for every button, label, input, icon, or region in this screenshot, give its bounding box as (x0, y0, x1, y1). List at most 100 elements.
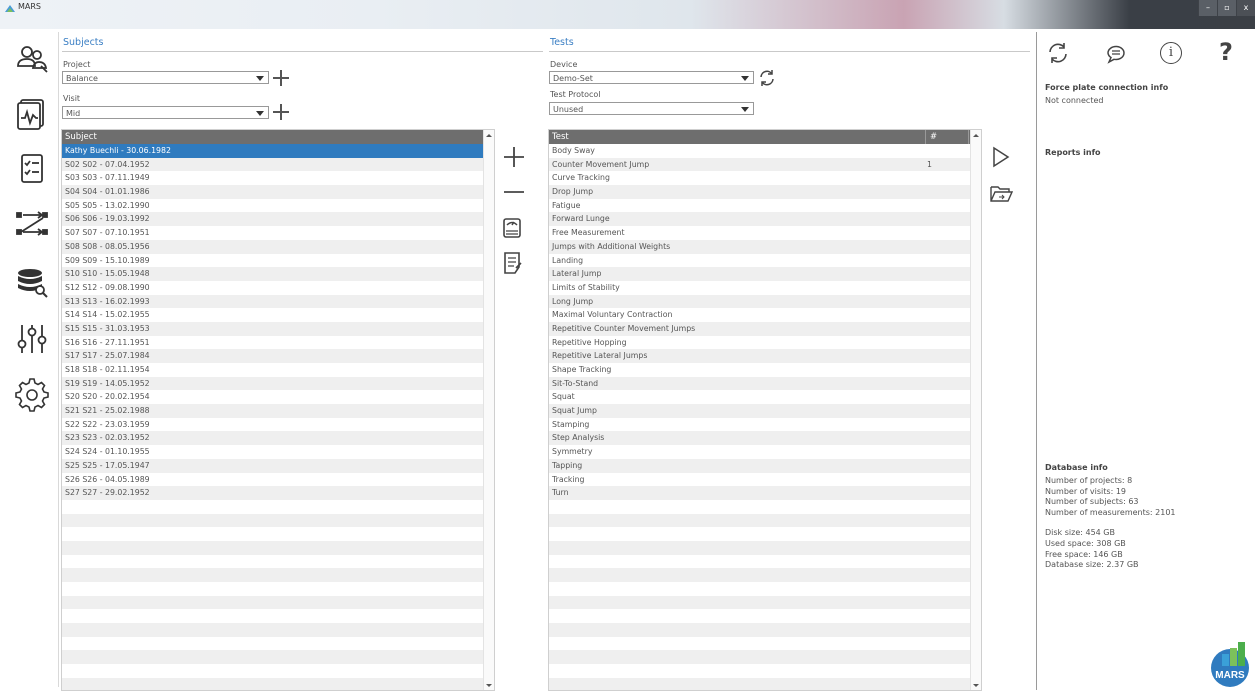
subject-row[interactable]: S12 S12 - 09.08.1990 (62, 281, 483, 295)
test-row[interactable]: Maximal Voluntary Contraction (549, 308, 970, 322)
test-list[interactable]: Test # Body Sway Counter Movement Jump 1 Cu… (548, 129, 982, 691)
subject-row[interactable]: S08 S08 - 08.05.1956 (62, 239, 483, 254)
subject-row[interactable]: S10 S10 - 15.05.1948 (62, 267, 483, 281)
close-button[interactable]: x (1236, 0, 1255, 16)
protocol-select[interactable]: Unused (549, 102, 754, 115)
subject-row[interactable]: S07 S07 - 07.10.1951 (62, 226, 483, 240)
test-row[interactable]: Jumps with Additional Weights (549, 239, 970, 254)
subject-row[interactable]: S20 S20 - 20.02.1954 (62, 390, 483, 404)
subject-row[interactable]: S17 S17 - 25.07.1984 (62, 349, 483, 363)
subject-row[interactable]: S15 S15 - 31.03.1953 (62, 321, 483, 336)
scroll-down-icon[interactable] (973, 684, 979, 687)
refresh-device-icon[interactable] (758, 69, 776, 87)
measurements-icon[interactable] (15, 96, 49, 130)
info-icon[interactable]: i (1160, 42, 1182, 64)
subject-row[interactable]: S24 S24 - 01.10.1955 (62, 445, 483, 459)
empty-row (62, 664, 483, 678)
add-project-button[interactable] (273, 70, 289, 86)
subject-row[interactable]: S09 S09 - 15.10.1989 (62, 254, 483, 268)
subject-row[interactable]: S22 S22 - 23.03.1959 (62, 418, 483, 432)
test-row[interactable]: Sit-To-Stand (549, 376, 970, 391)
subject-row[interactable]: S14 S14 - 15.02.1955 (62, 308, 483, 322)
empty-row (549, 609, 970, 623)
test-row[interactable]: Squat Jump (549, 404, 970, 418)
refresh-icon[interactable] (1047, 42, 1069, 64)
subject-row[interactable]: S05 S05 - 13.02.1990 (62, 199, 483, 213)
project-select[interactable]: Balance (62, 71, 269, 84)
test-row[interactable]: Counter Movement Jump 1 (549, 157, 970, 172)
test-row[interactable]: Shape Tracking (549, 363, 970, 377)
test-row[interactable]: Symmetry (549, 445, 970, 459)
visit-select[interactable]: Mid (62, 106, 269, 119)
gear-icon[interactable] (15, 378, 49, 412)
remove-subject-button[interactable] (503, 181, 525, 203)
subject-row[interactable]: Kathy Buechli - 30.06.1982 (62, 144, 483, 158)
subject-row[interactable]: S06 S06 - 19.03.1992 (62, 212, 483, 227)
test-row[interactable]: Forward Lunge (549, 212, 970, 227)
subject-row[interactable]: S03 S03 - 07.11.1949 (62, 171, 483, 185)
empty-row (549, 500, 970, 514)
subject-row[interactable]: S02 S02 - 07.04.1952 (62, 157, 483, 172)
test-row[interactable]: Lateral Jump (549, 267, 970, 281)
scroll-down-icon[interactable] (486, 684, 492, 687)
subject-row[interactable]: S27 S27 - 29.02.1952 (62, 486, 483, 500)
open-folder-icon[interactable] (989, 184, 1013, 204)
report-icon[interactable] (502, 251, 524, 275)
test-row[interactable]: Repetitive Counter Movement Jumps (549, 321, 970, 336)
subject-column-header[interactable]: Subject (62, 130, 483, 144)
test-row[interactable]: Tapping (549, 458, 970, 473)
test-row[interactable]: Repetitive Lateral Jumps (549, 349, 970, 363)
subjects-icon[interactable] (15, 42, 49, 76)
help-icon[interactable]: ? (1219, 38, 1233, 66)
test-name: Squat Jump (552, 406, 597, 416)
test-row[interactable]: Landing (549, 254, 970, 268)
workflow-icon[interactable] (15, 206, 49, 240)
test-row[interactable]: Long Jump (549, 294, 970, 309)
subject-row[interactable]: S18 S18 - 02.11.1954 (62, 363, 483, 377)
database-search-icon[interactable] (15, 265, 49, 299)
add-subject-button[interactable] (503, 146, 525, 168)
test-column-header[interactable]: Test # (549, 130, 970, 144)
test-row[interactable]: Stamping (549, 418, 970, 432)
test-row[interactable]: Fatigue (549, 199, 970, 213)
subject-row[interactable]: S04 S04 - 01.01.1986 (62, 185, 483, 199)
scale-icon[interactable] (501, 216, 523, 240)
subject-row[interactable]: S25 S25 - 17.05.1947 (62, 458, 483, 473)
subject-row[interactable]: S26 S26 - 04.05.1989 (62, 473, 483, 487)
test-row[interactable]: Tracking (549, 473, 970, 487)
project-label: Project (63, 60, 91, 69)
test-row[interactable]: Body Sway (549, 144, 970, 158)
subject-row[interactable]: S19 S19 - 14.05.1952 (62, 376, 483, 391)
sliders-icon[interactable] (15, 322, 49, 356)
test-row[interactable]: Turn (549, 486, 970, 500)
checklist-icon[interactable] (15, 151, 49, 185)
empty-row (62, 637, 483, 651)
test-row[interactable]: Repetitive Hopping (549, 336, 970, 350)
scroll-up-icon[interactable] (486, 134, 492, 137)
scroll-up-icon[interactable] (973, 134, 979, 137)
empty-row (549, 540, 970, 555)
subject-row[interactable]: S21 S21 - 25.02.1988 (62, 404, 483, 418)
test-row[interactable]: Step Analysis (549, 431, 970, 446)
minimize-button[interactable]: – (1198, 0, 1217, 16)
empty-row (549, 595, 970, 610)
empty-row (549, 582, 970, 596)
test-scrollbar[interactable] (970, 130, 981, 690)
chat-icon[interactable] (1105, 42, 1127, 64)
subject-row[interactable]: S23 S23 - 02.03.1952 (62, 431, 483, 446)
empty-row (62, 500, 483, 514)
subject-scrollbar[interactable] (483, 130, 494, 690)
maximize-button[interactable]: ▫ (1217, 0, 1236, 16)
test-row[interactable]: Squat (549, 390, 970, 404)
test-row[interactable]: Curve Tracking (549, 171, 970, 185)
device-select[interactable]: Demo-Set (549, 71, 754, 84)
subject-list[interactable]: Subject Kathy Buechli - 30.06.1982 S02 S0… (61, 129, 495, 691)
add-visit-button[interactable] (273, 104, 289, 120)
subject-row[interactable]: S16 S16 - 27.11.1951 (62, 336, 483, 350)
test-row[interactable]: Drop Jump (549, 185, 970, 199)
test-row[interactable]: Limits of Stability (549, 281, 970, 295)
subject-row[interactable]: S13 S13 - 16.02.1993 (62, 294, 483, 309)
play-icon[interactable] (991, 146, 1011, 168)
test-row[interactable]: Free Measurement (549, 226, 970, 240)
free-space: Free space: 146 GB (1045, 549, 1123, 559)
